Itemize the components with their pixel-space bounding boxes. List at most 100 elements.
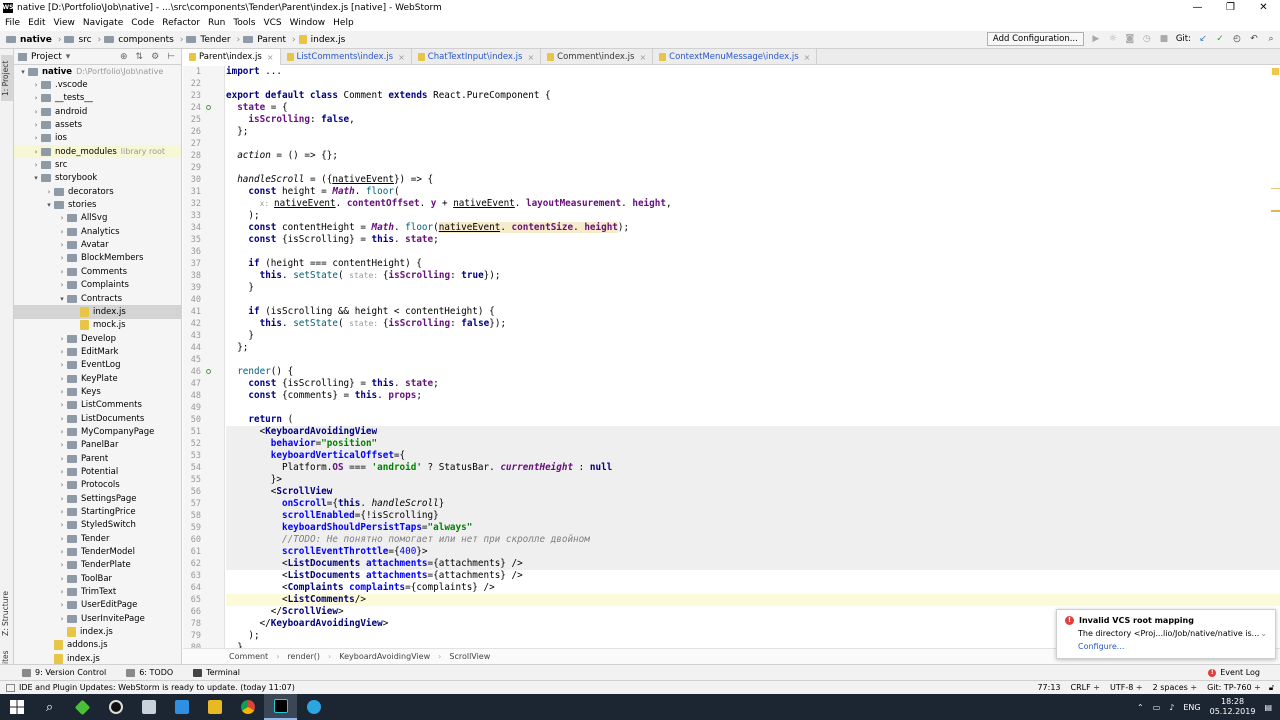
taskbar-app-3[interactable]: [132, 694, 165, 720]
breadcrumb-kav[interactable]: KeyboardAvoidingView: [339, 652, 430, 661]
chevron-right-icon[interactable]: ›: [57, 388, 67, 396]
nav-crumb-src[interactable]: src ›: [64, 35, 101, 45]
code-line[interactable]: [226, 294, 1280, 306]
chevron-right-icon[interactable]: ›: [57, 455, 67, 463]
chevron-right-icon[interactable]: ›: [57, 588, 67, 596]
chevron-right-icon[interactable]: ›: [57, 508, 67, 516]
editor-tab[interactable]: Comment\index.js ×: [541, 49, 654, 65]
line-number[interactable]: 57: [183, 498, 224, 510]
editor-scrollbar[interactable]: [1271, 66, 1280, 648]
code-line[interactable]: keyboardShouldPersistTaps="always": [226, 522, 1280, 534]
tree-item[interactable]: › EventLog: [14, 359, 181, 372]
override-marker-icon[interactable]: [206, 369, 211, 374]
code-line[interactable]: keyboardVerticalOffset={: [226, 450, 1280, 462]
line-number[interactable]: 62: [183, 558, 224, 570]
tree-item[interactable]: › ListDocuments: [14, 412, 181, 425]
line-number[interactable]: 46: [183, 366, 224, 378]
line-number[interactable]: 54: [183, 462, 224, 474]
git-update-icon[interactable]: ↙: [1198, 34, 1208, 44]
code-line[interactable]: [226, 78, 1280, 90]
tray-expand-icon[interactable]: ⌃: [1137, 703, 1144, 712]
chevron-right-icon[interactable]: ›: [31, 94, 41, 102]
tree-item[interactable]: › android: [14, 105, 181, 118]
tree-item[interactable]: › src: [14, 158, 181, 171]
line-number[interactable]: 22: [183, 78, 224, 90]
scroll-mark[interactable]: [1271, 188, 1280, 189]
line-number[interactable]: 43: [183, 330, 224, 342]
chevron-right-icon[interactable]: ›: [57, 268, 67, 276]
line-number[interactable]: 78: [183, 618, 224, 630]
line-number[interactable]: 37: [183, 258, 224, 270]
event-log-tab[interactable]: ! Event Log: [1208, 668, 1260, 677]
tree-item[interactable]: ▾ native D:\Portfolio\Job\native: [14, 65, 181, 78]
profile-icon[interactable]: ◷: [1142, 34, 1152, 44]
code-line[interactable]: const contentHeight = Math. floor(native…: [226, 222, 1280, 234]
taskbar-app-1[interactable]: [66, 694, 99, 720]
chevron-down-icon[interactable]: ▾: [31, 174, 41, 182]
code-line[interactable]: [226, 246, 1280, 258]
chevron-right-icon[interactable]: ›: [57, 228, 67, 236]
tree-item[interactable]: › ToolBar: [14, 572, 181, 585]
terminal-tab[interactable]: Terminal: [193, 668, 240, 677]
close-tab-icon[interactable]: ×: [639, 53, 646, 62]
todo-tab[interactable]: 6: TODO: [126, 668, 173, 677]
chevron-right-icon[interactable]: ›: [57, 521, 67, 529]
line-number[interactable]: 30: [183, 174, 224, 186]
line-number[interactable]: 52: [183, 438, 224, 450]
code-line[interactable]: <Complaints complaints={complaints} />: [226, 582, 1280, 594]
chevron-right-icon[interactable]: ›: [57, 575, 67, 583]
line-number[interactable]: 25: [183, 114, 224, 126]
tree-item[interactable]: › decorators: [14, 185, 181, 198]
chevron-right-icon[interactable]: ›: [57, 254, 67, 262]
code-line[interactable]: behavior="position": [226, 438, 1280, 450]
clock[interactable]: 18:28 05.12.2019: [1210, 697, 1256, 717]
taskbar-telegram[interactable]: [297, 694, 330, 720]
code-line[interactable]: scrollEventThrottle={400}>: [226, 546, 1280, 558]
override-marker-icon[interactable]: [206, 105, 211, 110]
nav-crumb-parent[interactable]: Parent ›: [243, 35, 296, 45]
code-line[interactable]: <ListDocuments attachments={attachments}…: [226, 570, 1280, 582]
chevron-right-icon[interactable]: ›: [57, 415, 67, 423]
chevron-down-icon[interactable]: ▾: [66, 52, 71, 62]
line-number[interactable]: 27: [183, 138, 224, 150]
tree-item[interactable]: › UserInvitePage: [14, 612, 181, 625]
tree-item[interactable]: › PanelBar: [14, 439, 181, 452]
chevron-right-icon[interactable]: ›: [57, 241, 67, 249]
chevron-right-icon[interactable]: ›: [31, 81, 41, 89]
line-number[interactable]: 50: [183, 414, 224, 426]
tree-item[interactable]: › Comments: [14, 265, 181, 278]
project-title[interactable]: Project: [31, 52, 62, 62]
editor-tab[interactable]: ChatTextInput\index.js ×: [412, 49, 542, 65]
status-message[interactable]: IDE and Plugin Updates: WebStorm is read…: [19, 683, 295, 692]
tree-item[interactable]: › UserEditPage: [14, 599, 181, 612]
code-line[interactable]: x: nativeEvent. contentOffset. y + nativ…: [226, 198, 1280, 210]
locate-icon[interactable]: ⊕: [120, 52, 128, 62]
close-tab-icon[interactable]: ×: [527, 53, 534, 62]
tree-item[interactable]: › Tender: [14, 532, 181, 545]
line-number[interactable]: 48: [183, 390, 224, 402]
chevron-right-icon[interactable]: ›: [57, 441, 67, 449]
menu-code[interactable]: Code: [131, 18, 154, 28]
taskbar-chrome[interactable]: [231, 694, 264, 720]
chevron-right-icon[interactable]: ›: [57, 348, 67, 356]
code-line[interactable]: [226, 138, 1280, 150]
line-number[interactable]: 64: [183, 582, 224, 594]
chevron-right-icon[interactable]: ›: [57, 615, 67, 623]
version-control-tab[interactable]: 9: Version Control: [22, 668, 106, 677]
menu-run[interactable]: Run: [208, 18, 225, 28]
volume-icon[interactable]: ♪: [1169, 703, 1174, 712]
tree-item[interactable]: › Keys: [14, 385, 181, 398]
project-tool-tab[interactable]: 1: Project: [1, 55, 13, 101]
search-icon[interactable]: ⌕: [1266, 34, 1276, 44]
code-line[interactable]: return (: [226, 414, 1280, 426]
chevron-down-icon[interactable]: ▾: [18, 68, 28, 76]
code-line[interactable]: if (height === contentHeight) {: [226, 258, 1280, 270]
line-number[interactable]: 42: [183, 318, 224, 330]
line-number[interactable]: 58: [183, 510, 224, 522]
code-line[interactable]: const {isScrolling} = this. state;: [226, 234, 1280, 246]
chevron-right-icon[interactable]: ›: [57, 481, 67, 489]
line-number[interactable]: 24: [183, 102, 224, 114]
stop-icon[interactable]: ■: [1159, 34, 1169, 44]
close-tab-icon[interactable]: ×: [804, 53, 811, 62]
taskbar-explorer[interactable]: [198, 694, 231, 720]
